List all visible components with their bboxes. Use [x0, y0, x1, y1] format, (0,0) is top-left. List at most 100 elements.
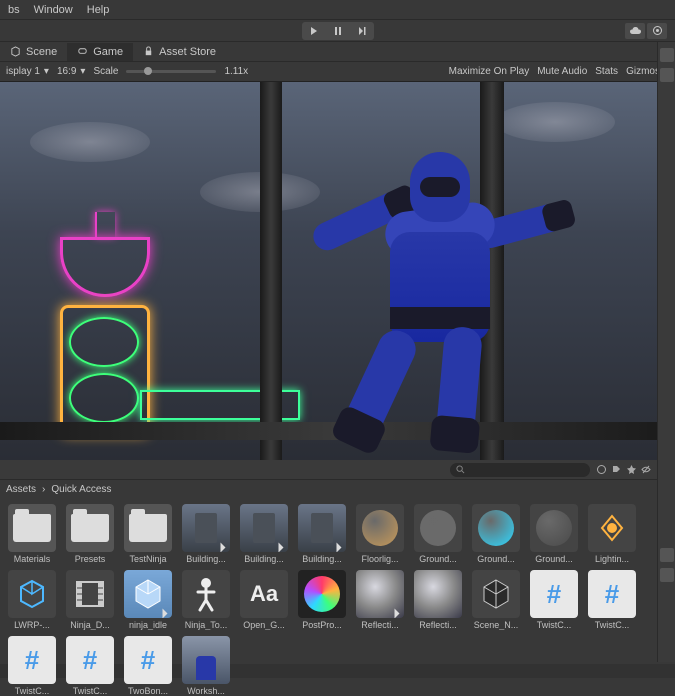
menu-item[interactable]: Window	[34, 4, 73, 16]
menu-bar: bs Window Help	[0, 0, 675, 20]
asset-item[interactable]: #TwoBon...	[122, 636, 174, 696]
asset-label: Reflecti...	[354, 620, 406, 630]
asset-item[interactable]: Ground...	[412, 504, 464, 564]
asset-item[interactable]: Building...	[238, 504, 290, 564]
asset-item[interactable]: Aa Open_G...	[238, 570, 290, 630]
tab-asset-store[interactable]: Asset Store	[133, 43, 226, 61]
asset-item[interactable]: Materials	[6, 504, 58, 564]
asset-label: TwistC...	[6, 686, 58, 696]
menu-item[interactable]: Help	[87, 4, 110, 16]
sub-asset-icon	[163, 609, 168, 619]
asset-item[interactable]: Ninja_D...	[64, 570, 116, 630]
asset-item[interactable]: ninja_idle	[122, 570, 174, 630]
asset-label: Open_G...	[238, 620, 290, 630]
asset-thumbnail: #	[124, 636, 172, 684]
maximize-toggle[interactable]: Maximize On Play	[449, 66, 530, 77]
asset-item[interactable]: Ninja_To...	[180, 570, 232, 630]
menu-item[interactable]: bs	[8, 4, 20, 16]
play-button[interactable]	[302, 22, 326, 40]
aspect-dropdown[interactable]: 16:9 ▾	[57, 66, 86, 77]
search-icon	[456, 465, 465, 474]
chevron-down-icon: ▾	[44, 66, 49, 77]
game-toolbar: isplay 1 ▾ 16:9 ▾ Scale 1.11x Maximize O…	[0, 62, 675, 82]
asset-thumbnail: #	[588, 570, 636, 618]
asset-item[interactable]: Floorlig...	[354, 504, 406, 564]
hidden-toggle[interactable]	[641, 464, 655, 475]
asset-item[interactable]: Ground...	[470, 504, 522, 564]
asset-item[interactable]: Reflecti...	[412, 570, 464, 630]
breadcrumb-root[interactable]: Assets	[6, 484, 36, 495]
asset-thumbnail	[66, 504, 114, 552]
asset-label: LWRP-...	[6, 620, 58, 630]
asset-label: Scene_N...	[470, 620, 522, 630]
asset-thumbnail	[414, 570, 462, 618]
asset-item[interactable]: PostPro...	[296, 570, 348, 630]
asset-item[interactable]: Building...	[180, 504, 232, 564]
sub-asset-icon	[221, 543, 226, 553]
asset-thumbnail	[8, 570, 56, 618]
scale-slider[interactable]	[126, 70, 216, 73]
asset-thumbnail: #	[8, 636, 56, 684]
scale-label: Scale	[93, 66, 118, 77]
asset-thumbnail: Aa	[240, 570, 288, 618]
pause-button[interactable]	[326, 22, 350, 40]
asset-item[interactable]: Building...	[296, 504, 348, 564]
asset-thumbnail	[124, 570, 172, 618]
asset-thumbnail	[356, 504, 404, 552]
breadcrumb-current[interactable]: Quick Access	[51, 484, 111, 495]
account-icon[interactable]	[647, 23, 667, 39]
asset-label: Floorlig...	[354, 554, 406, 564]
asset-item[interactable]: Reflecti...	[354, 570, 406, 630]
asset-label: Building...	[180, 554, 232, 564]
asset-item[interactable]: Scene_N...	[470, 570, 522, 630]
asset-label: ninja_idle	[122, 620, 174, 630]
asset-item[interactable]: # TwistC...	[6, 636, 58, 696]
asset-thumbnail: #	[66, 636, 114, 684]
asset-item[interactable]: Worksh...	[180, 636, 232, 696]
view-tabs: Scene Game Asset Store	[0, 42, 675, 62]
asset-thumbnail	[356, 570, 404, 618]
lock-icon	[143, 46, 154, 57]
asset-item[interactable]: TestNinja	[122, 504, 174, 564]
asset-item[interactable]: Presets	[64, 504, 116, 564]
asset-thumbnail	[240, 504, 288, 552]
cloud-icon[interactable]	[625, 23, 645, 39]
asset-label: Lightin...	[586, 554, 638, 564]
asset-item[interactable]: Lightin...	[586, 504, 638, 564]
stats-toggle[interactable]: Stats	[595, 66, 618, 77]
asset-label: Ninja_To...	[180, 620, 232, 630]
favorite-icon[interactable]	[626, 464, 637, 475]
asset-thumbnail	[182, 504, 230, 552]
display-dropdown[interactable]: isplay 1 ▾	[6, 66, 49, 77]
panel-button[interactable]	[660, 68, 674, 82]
filter-type-icon[interactable]	[596, 464, 607, 475]
filter-label-icon[interactable]	[611, 464, 622, 475]
panel-button[interactable]	[660, 48, 674, 62]
mute-toggle[interactable]: Mute Audio	[537, 66, 587, 77]
panel-button[interactable]	[660, 568, 674, 582]
step-button[interactable]	[350, 22, 374, 40]
neon-sign	[50, 212, 160, 412]
asset-item[interactable]: #TwistC...	[64, 636, 116, 696]
asset-label: TwistC...	[528, 620, 580, 630]
asset-thumbnail	[124, 504, 172, 552]
asset-label: TestNinja	[122, 554, 174, 564]
play-bar	[0, 20, 675, 42]
panel-button[interactable]	[660, 548, 674, 562]
inspector-collapsed	[657, 42, 675, 662]
asset-label: Ground...	[470, 554, 522, 564]
asset-item[interactable]: #TwistC...	[528, 570, 580, 630]
asset-item[interactable]: # TwistC...	[586, 570, 638, 630]
asset-label: Ground...	[412, 554, 464, 564]
tab-scene[interactable]: Scene	[0, 43, 67, 61]
asset-item[interactable]: LWRP-...	[6, 570, 58, 630]
tab-game[interactable]: Game	[67, 43, 133, 61]
asset-label: PostPro...	[296, 620, 348, 630]
project-toolbar: 18	[0, 460, 675, 480]
play-controls	[302, 22, 374, 40]
asset-label: TwistC...	[586, 620, 638, 630]
search-input[interactable]	[450, 463, 590, 477]
asset-item[interactable]: Ground...	[528, 504, 580, 564]
ninja-character	[290, 152, 570, 452]
scene-pole	[260, 82, 282, 460]
